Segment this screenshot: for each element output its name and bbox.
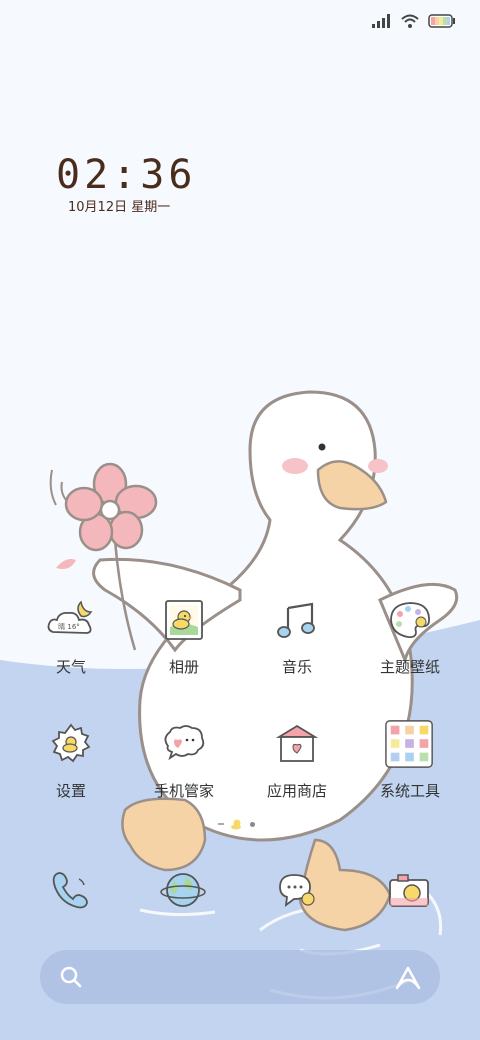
- battery-icon: [428, 14, 455, 28]
- app-themes[interactable]: 主题壁纸: [360, 594, 460, 704]
- app-label: 设置: [55, 782, 86, 800]
- signal-bars-icon: [372, 14, 390, 28]
- app-weather[interactable]: 晴 16° 天气: [21, 594, 121, 704]
- store-icon: [271, 718, 323, 770]
- tools-folder-icon: [384, 718, 436, 770]
- status-bar: [372, 10, 456, 32]
- weather-temp: 晴 16°: [58, 622, 80, 631]
- gear-icon: [45, 718, 97, 770]
- app-label: 手机管家: [153, 782, 214, 800]
- app-label: 应用商店: [266, 782, 327, 800]
- app-settings[interactable]: 设置: [21, 718, 121, 828]
- page-dot: [250, 821, 255, 827]
- dock-phone[interactable]: [40, 860, 100, 920]
- app-music[interactable]: 音乐: [247, 594, 347, 704]
- app-phone-manager[interactable]: 手机管家: [134, 718, 234, 828]
- page-dot-minus-one: [218, 823, 224, 825]
- app-label: 相册: [168, 658, 199, 676]
- search-icon[interactable]: [58, 964, 84, 990]
- app-label: 主题壁纸: [379, 658, 440, 676]
- gallery-icon: [158, 594, 210, 646]
- app-store[interactable]: 应用商店: [247, 718, 347, 828]
- music-note-icon: [271, 594, 323, 646]
- app-label: 系统工具: [379, 782, 440, 800]
- duck-page-dot-icon: [231, 819, 241, 830]
- chat-heart-icon: [158, 718, 210, 770]
- wifi-icon: [401, 14, 419, 28]
- app-label: 天气: [55, 658, 86, 676]
- clock-date[interactable]: 10月12日 星期一: [68, 196, 170, 215]
- app-system-tools[interactable]: 系统工具: [360, 718, 460, 828]
- globe-icon: [160, 873, 206, 907]
- phone-icon: [52, 872, 88, 909]
- clock-time[interactable]: 02:36: [56, 152, 196, 198]
- camera-icon: [389, 874, 429, 907]
- app-gallery[interactable]: 相册: [134, 594, 234, 704]
- message-icon: [279, 874, 315, 907]
- page-indicator[interactable]: [218, 818, 255, 830]
- dock-messages[interactable]: [266, 860, 326, 920]
- palette-icon: [384, 594, 436, 646]
- app-label: 音乐: [281, 658, 312, 676]
- dock-camera[interactable]: [379, 860, 439, 920]
- weather-icon: 晴 16°: [45, 594, 97, 646]
- dock-browser[interactable]: [153, 860, 213, 920]
- search-bar[interactable]: [40, 950, 440, 1004]
- assistant-icon[interactable]: [394, 964, 422, 992]
